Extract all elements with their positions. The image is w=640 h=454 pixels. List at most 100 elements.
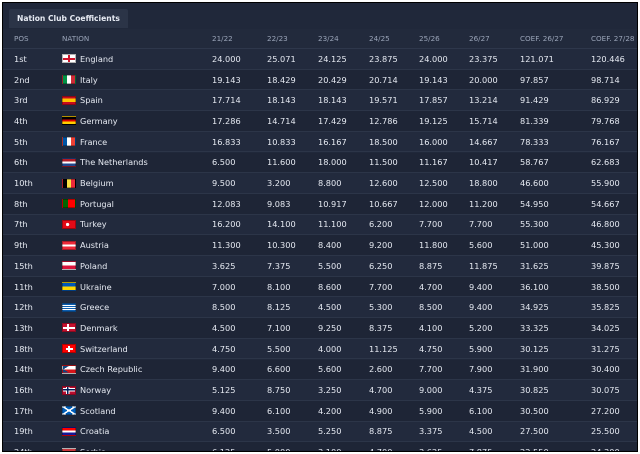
table-row[interactable]: 5th France 16.833 10.833 16.167 18.500 16.000 1…: [3, 131, 637, 153]
row-season-2223: 9.083: [267, 198, 291, 209]
flag-container: [62, 297, 76, 317]
row-season-2324: 16.167: [318, 136, 347, 147]
row-nation-link[interactable]: Greece: [80, 297, 109, 317]
col-header-2223[interactable]: 22/23: [267, 29, 288, 48]
row-season-2425: 23.875: [369, 53, 398, 64]
row-nation-link[interactable]: Switzerland: [80, 339, 128, 359]
row-nation-link[interactable]: Serbia: [80, 442, 106, 451]
col-header-2122[interactable]: 21/22: [212, 29, 233, 48]
table-row[interactable]: 11th Ukraine 7.000 8.100 8.600 7.700 4.700 9.40…: [3, 276, 637, 298]
row-season-2122: 6.125: [212, 442, 235, 451]
row-nation-link[interactable]: France: [80, 132, 107, 152]
panel-title: Nation Club Coefficients: [9, 9, 128, 28]
col-header-2324[interactable]: 23/24: [318, 29, 339, 48]
table-row[interactable]: 1st England 24.000 25.071 24.125 23.875 24.000…: [3, 49, 637, 70]
coefficients-window: Nation Club Coefficients POS NATION 21/2…: [2, 2, 638, 452]
row-nation-link[interactable]: Poland: [80, 256, 107, 276]
row-coef-2627: 34.925: [520, 302, 549, 313]
flag-container: [62, 422, 76, 442]
table-row[interactable]: 9th Austria 11.300 10.300 8.400 9.200 11.800 5.…: [3, 235, 637, 256]
table-row[interactable]: 8th Portugal 12.083 9.083 10.917 10.667 12.000…: [3, 193, 637, 215]
row-season-2627: 4.375: [469, 385, 493, 396]
row-nation-link[interactable]: Turkey: [80, 215, 107, 235]
row-position: 16th: [14, 385, 33, 396]
row-nation-link[interactable]: Spain: [80, 90, 103, 110]
row-coef-2627: 27.500: [520, 426, 549, 437]
row-season-2324: 4.200: [318, 405, 342, 416]
row-nation-link[interactable]: England: [80, 49, 113, 69]
row-season-2627: 11.200: [469, 198, 498, 209]
row-season-2324: 17.429: [318, 115, 347, 126]
row-nation-link[interactable]: Scotland: [80, 401, 116, 421]
row-coef-2728: 86.929: [591, 95, 620, 106]
row-season-2223: 14.714: [267, 115, 296, 126]
norway-flag-icon: [62, 385, 76, 395]
row-coef-2728: 45.300: [591, 240, 620, 251]
row-season-2627: 13.214: [469, 95, 498, 106]
table-row[interactable]: 24th Serbia 6.125 5.000 3.100 4.700 3.625 7.875…: [3, 442, 637, 451]
col-header-2526[interactable]: 25/26: [419, 29, 440, 48]
row-season-2627: 10.417: [469, 157, 498, 168]
row-season-2223: 14.100: [267, 219, 296, 230]
row-nation-link[interactable]: Croatia: [80, 422, 109, 442]
table-row[interactable]: 6th The Netherlands 6.500 11.600 18.000 11.50…: [3, 152, 637, 174]
row-nation-link[interactable]: Germany: [80, 111, 118, 131]
flag-container: [62, 215, 76, 235]
col-header-2627[interactable]: 26/27: [469, 29, 490, 48]
col-header-nation[interactable]: NATION: [62, 29, 89, 48]
flag-container: [62, 194, 76, 214]
row-season-2526: 12.000: [419, 198, 448, 209]
row-season-2223: 10.300: [267, 240, 296, 251]
table-row[interactable]: 16th Norway 5.125 8.750 3.250 4.700 9.000 4.375…: [3, 380, 637, 401]
row-coef-2627: 78.333: [520, 136, 549, 147]
row-nation-link[interactable]: Denmark: [80, 318, 118, 338]
row-season-2526: 19.143: [419, 74, 448, 85]
row-season-2425: 12.786: [369, 115, 398, 126]
row-nation-link[interactable]: Italy: [80, 70, 98, 90]
table-row[interactable]: 17th Scotland 9.400 6.100 4.200 4.900 5.900 6.1…: [3, 400, 637, 422]
table-row[interactable]: 18th Switzerland 4.750 5.500 4.000 11.125 4.75…: [3, 338, 637, 360]
table-row[interactable]: 2nd Italy 19.143 18.429 20.429 20.714 19.143 20…: [3, 69, 637, 91]
row-season-2526: 7.700: [419, 219, 443, 230]
row-nation-link[interactable]: Belgium: [80, 173, 114, 193]
row-season-2425: 19.571: [369, 95, 398, 106]
greece-flag-icon: [62, 302, 76, 312]
row-nation-link[interactable]: Czech Republic: [80, 360, 142, 380]
croatia-flag-icon: [62, 426, 76, 436]
col-header-coef-2728[interactable]: COEF. 27/28: [591, 29, 634, 48]
row-coef-2728: 30.075: [591, 385, 620, 396]
col-header-pos[interactable]: POS: [14, 29, 29, 48]
row-season-2627: 15.714: [469, 115, 498, 126]
table-row[interactable]: 12th Greece 8.500 8.125 4.500 5.300 8.500 9.400…: [3, 297, 637, 319]
table-row[interactable]: 15th Poland 3.625 7.375 5.500 6.250 8.875 11.87…: [3, 256, 637, 277]
row-nation-link[interactable]: The Netherlands: [80, 153, 148, 173]
row-coef-2627: 30.825: [520, 385, 549, 396]
table-row[interactable]: 3rd Spain 17.714 18.143 18.143 19.571 17.857 13…: [3, 90, 637, 112]
row-season-2324: 20.429: [318, 74, 347, 85]
table-row[interactable]: 7th Turkey 16.200 14.100 11.100 6.200 7.700 7.7…: [3, 214, 637, 236]
row-coef-2627: 97.857: [520, 74, 549, 85]
table-row[interactable]: 10th Belgium 9.500 3.200 8.800 12.600 12.500 18…: [3, 173, 637, 194]
row-season-2122: 9.400: [212, 405, 236, 416]
row-season-2324: 5.250: [318, 426, 342, 437]
row-season-2223: 8.750: [267, 385, 291, 396]
row-season-2122: 17.714: [212, 95, 241, 106]
row-season-2122: 24.000: [212, 53, 241, 64]
row-nation-link[interactable]: Norway: [80, 380, 111, 400]
col-header-2425[interactable]: 24/25: [369, 29, 390, 48]
row-coef-2627: 33.325: [520, 322, 549, 333]
col-header-coef-2627[interactable]: COEF. 26/27: [520, 29, 563, 48]
row-season-2627: 5.600: [469, 240, 493, 251]
row-nation-link[interactable]: Austria: [80, 235, 109, 255]
row-season-2425: 10.667: [369, 198, 398, 209]
row-nation-link[interactable]: Portugal: [80, 194, 114, 214]
row-season-2122: 9.500: [212, 178, 236, 189]
table-row[interactable]: 4th Germany 17.286 14.714 17.429 12.786 19.125…: [3, 111, 637, 132]
table-row[interactable]: 19th Croatia 6.500 3.500 5.250 8.875 3.375 4.50…: [3, 421, 637, 443]
row-nation-link[interactable]: Ukraine: [80, 277, 112, 297]
table-row[interactable]: 14th Czech Republic 9.400 6.600 5.600 2.600 7.…: [3, 359, 637, 381]
austria-flag-icon: [62, 240, 76, 250]
row-season-2526: 3.625: [419, 442, 442, 451]
table-row[interactable]: 13th Denmark 4.500 7.100 9.250 8.375 4.100 5.20…: [3, 318, 637, 339]
row-coef-2627: 22.550: [520, 442, 549, 451]
